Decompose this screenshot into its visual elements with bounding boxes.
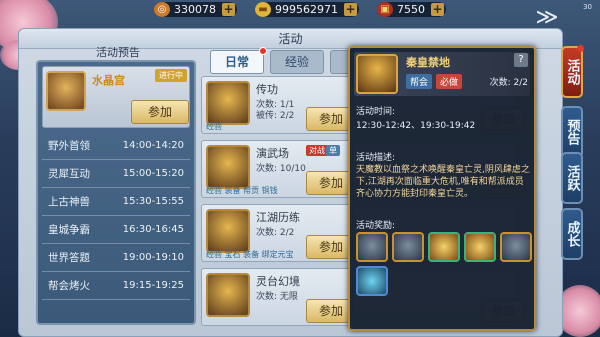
tab-label: 日常	[224, 55, 249, 69]
tab-label: 经验	[284, 55, 309, 69]
pvp-badge: 对战	[306, 145, 328, 156]
notification-dot	[259, 47, 267, 55]
gold-ingot-icon: ▬	[255, 1, 271, 17]
phantom-icon	[206, 273, 250, 317]
treasure-value: 7550	[397, 2, 425, 16]
side-tab-label: 活跃	[564, 165, 580, 191]
left-panel-header: 活动预告	[96, 46, 140, 59]
activity-rewards: 经验 宝石 装备 绑定元宝	[206, 250, 294, 259]
schedule-row[interactable]: 灵犀互动 15:00-15:20	[42, 160, 190, 188]
side-tab-activity[interactable]: 活动	[561, 45, 584, 98]
schedule-name: 灵犀互动	[48, 168, 90, 180]
side-tab-liveness[interactable]: 活跃	[561, 152, 583, 204]
close-icon[interactable]: ≫	[530, 5, 564, 31]
schedule-list: 野外首领 14:00-14:20 灵犀互动 15:00-15:20 上古神兽 15:3…	[42, 132, 190, 300]
scroll-icon[interactable]	[500, 232, 532, 262]
help-icon[interactable]: ?	[514, 53, 528, 67]
add-coin-button[interactable]: +	[222, 2, 235, 16]
schedule-name: 世界答题	[48, 252, 90, 264]
schedule-time: 19:15-19:25	[122, 280, 184, 291]
side-tab-label: 成长	[564, 221, 580, 247]
schedule-time: 15:00-15:20	[122, 168, 184, 179]
schedule-row[interactable]: 野外首领 14:00-14:20	[42, 132, 190, 160]
side-tab-growth[interactable]: 成长	[561, 208, 583, 260]
arena-helmet-icon	[206, 145, 250, 189]
coin-icon: ◎	[154, 1, 170, 17]
activity-card[interactable]: 江湖历练 次数: 2/2 经验 宝石 装备 绑定元宝 参加	[201, 204, 351, 262]
schedule-time: 15:30-15:55	[122, 196, 184, 207]
treasure-counter: ▣ 7550 +	[377, 1, 446, 17]
side-tab-preview[interactable]: 预告	[561, 106, 583, 158]
add-ingot-button[interactable]: +	[344, 2, 357, 16]
coin-value: 330078	[174, 2, 216, 16]
schedule-time: 14:00-14:20	[122, 140, 184, 151]
transmit-skill-icon	[206, 81, 250, 125]
qin-emperor-icon	[356, 54, 398, 94]
schedule-time: 19:00-19:10	[122, 252, 184, 263]
schedule-row[interactable]: 上古神兽 15:30-15:55	[42, 188, 190, 216]
armor-icon[interactable]	[356, 232, 388, 262]
tooltip-count: 次数: 2/2	[489, 78, 528, 88]
sword-icon[interactable]	[392, 232, 424, 262]
activity-name: 江湖历练	[256, 211, 300, 224]
activity-rewards: 经验	[206, 122, 222, 131]
crystal-palace-icon	[46, 71, 86, 111]
schedule-name: 皇城争霸	[48, 224, 90, 236]
corner-badge: 30	[583, 3, 592, 11]
schedule-name: 上古神兽	[48, 196, 90, 208]
activity-count: 次数: 10/10	[256, 164, 306, 174]
schedule-row[interactable]: 帮会烤火 19:15-19:25	[42, 272, 190, 300]
activity-name: 演武场	[256, 147, 289, 160]
featured-activity: 水晶宫 进行中 参加	[42, 66, 190, 128]
time-value: 12:30-12:42、19:30-19:42	[356, 121, 476, 131]
guild-badge: 帮会	[406, 74, 433, 89]
reward-list	[356, 232, 532, 296]
gem-icon[interactable]	[356, 266, 388, 296]
solo-badge: 单	[326, 145, 340, 156]
tiger-icon	[206, 209, 250, 253]
activity-card[interactable]: 灵台幻境 次数: 无限 参加	[201, 268, 351, 326]
schedule-row[interactable]: 皇城争霸 16:30-16:45	[42, 216, 190, 244]
schedule-time: 16:30-16:45	[122, 224, 184, 235]
schedule-row[interactable]: 世界答题 19:00-19:10	[42, 244, 190, 272]
activity-count: 次数: 2/2	[256, 228, 295, 238]
in-progress-badge: 进行中	[155, 69, 187, 82]
activity-detail-tooltip: 秦皇禁地 ? 帮会 必做 次数: 2/2 活动时间: 12:30-12:42、1…	[348, 46, 536, 331]
activity-count: 次数: 无限	[256, 292, 298, 302]
schedule-name: 野外首领	[48, 140, 90, 152]
activity-name: 传功	[256, 83, 278, 96]
join-button[interactable]: 参加	[306, 235, 350, 259]
gold-medal-icon[interactable]	[428, 232, 460, 262]
featured-activity-name: 水晶宫	[92, 74, 125, 87]
join-featured-button[interactable]: 参加	[131, 100, 189, 124]
tab-daily[interactable]: 日常	[210, 47, 267, 74]
activity-card[interactable]: 演武场 对战 单 次数: 10/10 经验 装备 帮贡 铜钱 参加	[201, 140, 351, 198]
schedule-name: 帮会烤火	[48, 280, 90, 292]
required-badge: 必做	[436, 74, 463, 89]
join-button[interactable]: 参加	[306, 107, 350, 131]
activity-rewards: 经验 装备 帮贡 铜钱	[206, 186, 278, 195]
time-label: 活动时间:	[356, 107, 396, 117]
activity-card[interactable]: 传功 次数: 1/1 被传: 2/2 经验 参加	[201, 76, 351, 134]
coin-counter: ◎ 330078 +	[154, 1, 237, 17]
description-text: 天魔教以血祭之术唤醒秦皇亡灵,阴风肆虐之下,江湖再次面临重大危机,唯有和帮派成员…	[356, 165, 530, 199]
ingot-counter: ▬ 999562971 +	[255, 1, 359, 17]
side-tab-label: 活动	[564, 59, 580, 85]
side-tab-label: 预告	[564, 119, 580, 145]
activity-preview-panel: 水晶宫 进行中 参加 野外首领 14:00-14:20 灵犀互动 15:00-15:…	[36, 60, 196, 325]
treasure-chest-icon: ▣	[377, 1, 393, 17]
tab-experience[interactable]: 经验	[270, 50, 324, 74]
join-button[interactable]: 参加	[306, 299, 350, 323]
ingot-value: 999562971	[275, 2, 338, 16]
add-treasure-button[interactable]: +	[431, 2, 444, 16]
notification-dot	[577, 45, 584, 52]
gold-ingot-icon[interactable]	[464, 232, 496, 262]
activity-name: 灵台幻境	[256, 275, 300, 288]
tooltip-title: 秦皇禁地	[406, 56, 450, 69]
activity-count-2: 被传: 2/2	[256, 111, 295, 121]
currency-bar: ◎ 330078 + ▬ 999562971 + ▣ 7550 +	[0, 0, 600, 18]
reward-label: 活动奖励:	[356, 221, 396, 231]
description-label: 活动描述:	[356, 153, 396, 163]
join-button[interactable]: 参加	[306, 171, 350, 195]
